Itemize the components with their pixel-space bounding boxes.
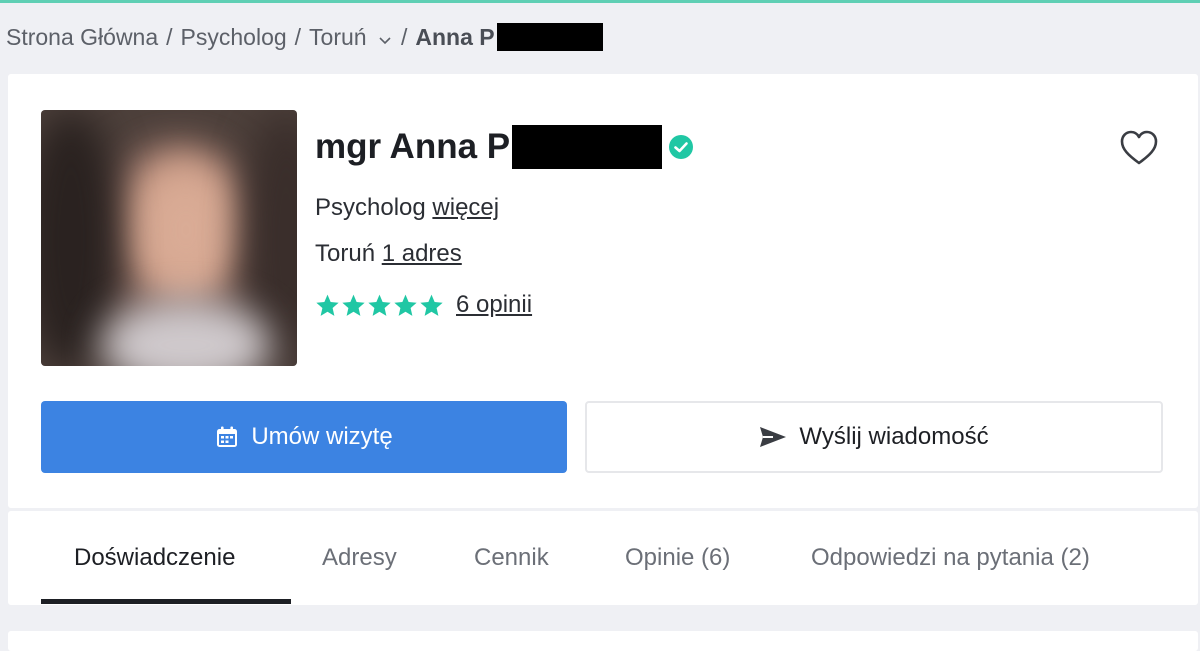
breadcrumb-city-label: Toruń <box>309 23 367 50</box>
profile-photo <box>41 110 297 366</box>
star-icon <box>394 294 417 316</box>
addresses-link[interactable]: 1 adres <box>382 240 462 267</box>
profile-tabs: Doświadczenie Adresy Cennik Opinie (6) O… <box>8 511 1198 605</box>
specialty-line: Psycholog więcej <box>315 194 499 222</box>
breadcrumb-current: Anna P <box>415 23 495 50</box>
doctor-name-row: mgr Anna P <box>315 124 694 170</box>
star-icon <box>420 294 443 316</box>
breadcrumb-city[interactable]: Toruń <box>309 24 393 51</box>
star-icon <box>342 294 365 316</box>
send-message-button[interactable]: Wyślij wiadomość <box>585 401 1163 473</box>
tab-reviews[interactable]: Opinie (6) <box>625 511 730 605</box>
redaction-bar <box>496 23 603 51</box>
heart-icon[interactable] <box>1118 128 1160 168</box>
book-visit-button[interactable]: Umów wizytę <box>41 401 567 473</box>
redaction-bar <box>512 125 663 169</box>
chevron-down-icon <box>379 36 391 44</box>
active-tab-indicator <box>41 599 291 604</box>
star-icon <box>368 294 391 316</box>
breadcrumb-separator: / <box>294 23 302 50</box>
reviews-link[interactable]: 6 opinii <box>456 291 532 319</box>
send-icon <box>760 427 787 447</box>
city-text: Toruń <box>315 240 376 267</box>
tab-experience[interactable]: Doświadczenie <box>74 511 235 605</box>
tab-addresses[interactable]: Adresy <box>322 511 397 605</box>
top-accent-bar <box>0 0 1200 3</box>
doctor-name: mgr Anna P <box>315 127 511 166</box>
tab-pricing[interactable]: Cennik <box>474 511 549 605</box>
rating-row: 6 opinii <box>315 290 532 320</box>
breadcrumb-separator: / <box>166 23 173 50</box>
profile-card: mgr Anna P Psycholog więcej Toruń 1 adre… <box>8 74 1198 508</box>
tab-answers[interactable]: Odpowiedzi na pytania (2) <box>811 511 1090 605</box>
breadcrumb: Strona Główna / Psycholog / Toruń / Anna… <box>6 22 603 52</box>
breadcrumb-separator: / <box>400 23 408 50</box>
send-message-label: Wyślij wiadomość <box>799 423 989 450</box>
rating-stars <box>315 293 444 318</box>
breadcrumb-home[interactable]: Strona Główna <box>6 24 158 51</box>
specialty-text: Psycholog <box>315 194 426 221</box>
content-card <box>8 631 1198 651</box>
book-visit-label: Umów wizytę <box>251 423 393 450</box>
verified-check-icon <box>669 135 694 159</box>
breadcrumb-category[interactable]: Psycholog <box>181 24 287 51</box>
star-icon <box>316 294 339 316</box>
more-specialties-link[interactable]: więcej <box>432 194 499 221</box>
address-line: Toruń 1 adres <box>315 240 462 268</box>
calendar-icon <box>217 426 238 447</box>
